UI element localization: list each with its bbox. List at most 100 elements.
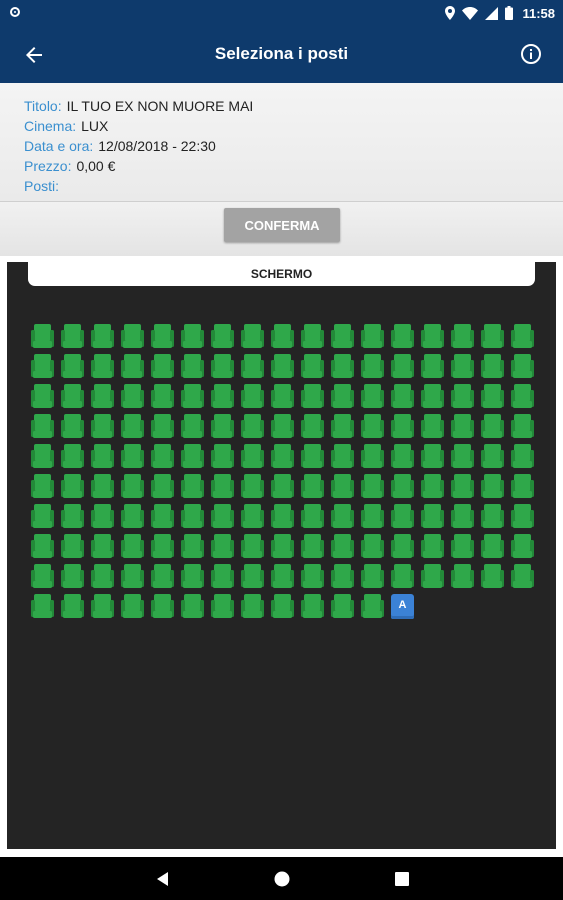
seat[interactable] (361, 324, 384, 349)
seat[interactable] (151, 534, 174, 559)
seat[interactable] (241, 504, 264, 529)
seat[interactable] (361, 474, 384, 499)
seat[interactable] (121, 324, 144, 349)
seat[interactable] (211, 594, 234, 619)
nav-back-button[interactable] (152, 868, 174, 890)
nav-recents-button[interactable] (391, 868, 413, 890)
seat[interactable] (301, 564, 324, 589)
seat[interactable] (181, 444, 204, 469)
seat[interactable] (181, 414, 204, 439)
seat[interactable] (481, 504, 504, 529)
seat[interactable] (511, 354, 534, 379)
seat[interactable] (61, 594, 84, 619)
seat[interactable] (331, 504, 354, 529)
seat[interactable] (331, 534, 354, 559)
seat[interactable] (271, 564, 294, 589)
seat[interactable] (331, 444, 354, 469)
seat[interactable] (331, 414, 354, 439)
seat[interactable] (451, 444, 474, 469)
seat[interactable] (451, 504, 474, 529)
seat[interactable] (211, 384, 234, 409)
seat[interactable] (451, 474, 474, 499)
seat[interactable] (211, 564, 234, 589)
seat[interactable] (241, 594, 264, 619)
seat[interactable] (31, 594, 54, 619)
seat[interactable] (301, 594, 324, 619)
seat[interactable] (121, 444, 144, 469)
seat[interactable] (511, 564, 534, 589)
seat[interactable] (301, 354, 324, 379)
seat[interactable] (331, 564, 354, 589)
seat[interactable] (31, 414, 54, 439)
seat[interactable] (121, 384, 144, 409)
seat[interactable] (61, 534, 84, 559)
seat[interactable] (391, 504, 414, 529)
seat[interactable] (211, 444, 234, 469)
seat[interactable] (121, 564, 144, 589)
seat[interactable] (511, 414, 534, 439)
seat[interactable] (181, 474, 204, 499)
seat[interactable] (91, 534, 114, 559)
seat[interactable] (61, 564, 84, 589)
seat[interactable] (421, 564, 444, 589)
seat[interactable] (511, 504, 534, 529)
seat[interactable] (151, 564, 174, 589)
seat[interactable] (421, 444, 444, 469)
seat[interactable] (181, 504, 204, 529)
seat[interactable] (451, 534, 474, 559)
seat[interactable] (91, 384, 114, 409)
seat[interactable] (241, 384, 264, 409)
seat[interactable] (91, 324, 114, 349)
seat[interactable] (421, 504, 444, 529)
seat[interactable] (121, 474, 144, 499)
seat[interactable] (181, 534, 204, 559)
seat[interactable] (91, 474, 114, 499)
seat[interactable] (331, 474, 354, 499)
seat[interactable] (181, 354, 204, 379)
seat[interactable] (331, 324, 354, 349)
seat[interactable] (31, 534, 54, 559)
confirm-button[interactable]: CONFERMA (224, 208, 340, 242)
seat[interactable] (421, 534, 444, 559)
seat[interactable] (91, 354, 114, 379)
seat[interactable] (31, 384, 54, 409)
seat[interactable] (421, 474, 444, 499)
seat[interactable] (61, 444, 84, 469)
seat[interactable] (391, 354, 414, 379)
seat[interactable] (361, 534, 384, 559)
seat[interactable] (391, 564, 414, 589)
seat[interactable] (301, 444, 324, 469)
seat[interactable] (241, 324, 264, 349)
seat[interactable] (121, 534, 144, 559)
seat[interactable] (31, 474, 54, 499)
seat[interactable] (391, 324, 414, 349)
seat[interactable] (451, 354, 474, 379)
seat[interactable] (511, 444, 534, 469)
seat[interactable] (361, 564, 384, 589)
seat[interactable] (181, 594, 204, 619)
info-button[interactable] (517, 40, 545, 68)
seat[interactable] (451, 384, 474, 409)
seat[interactable] (301, 414, 324, 439)
seat[interactable] (301, 324, 324, 349)
seat[interactable] (121, 414, 144, 439)
seat[interactable] (241, 474, 264, 499)
seat[interactable] (421, 324, 444, 349)
seat[interactable] (271, 594, 294, 619)
seat[interactable] (301, 474, 324, 499)
seat[interactable] (391, 444, 414, 469)
seat[interactable] (301, 504, 324, 529)
seat[interactable] (511, 534, 534, 559)
seat[interactable] (391, 534, 414, 559)
seat[interactable] (91, 444, 114, 469)
seat[interactable] (241, 354, 264, 379)
seat[interactable] (361, 354, 384, 379)
seat[interactable] (271, 504, 294, 529)
seat[interactable] (91, 504, 114, 529)
seat[interactable] (151, 324, 174, 349)
seat[interactable] (361, 504, 384, 529)
seat[interactable] (241, 534, 264, 559)
seat[interactable] (361, 384, 384, 409)
seat[interactable] (91, 594, 114, 619)
seat[interactable] (211, 534, 234, 559)
